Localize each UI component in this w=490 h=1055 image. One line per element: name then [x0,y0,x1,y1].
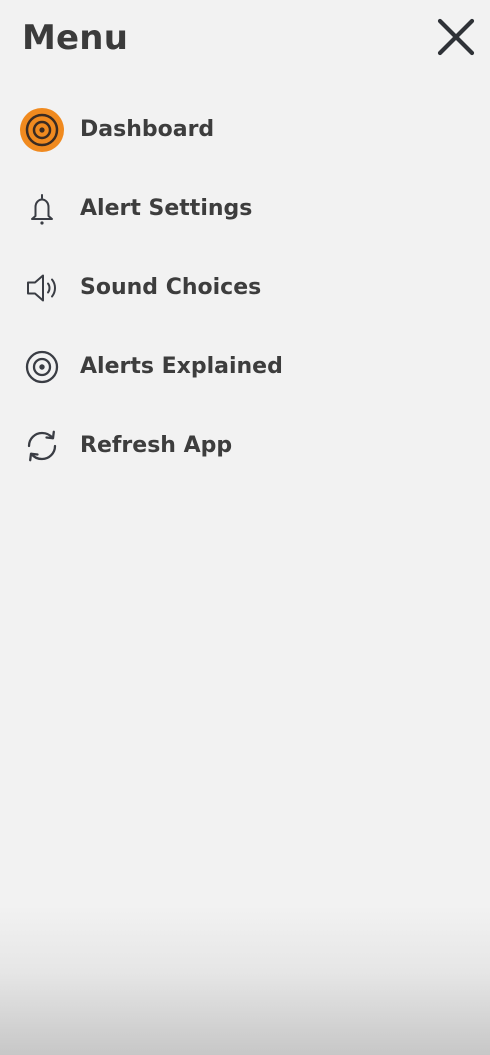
speaker-icon [20,266,64,310]
menu-header: Menu [0,0,490,80]
menu-item-label: Sound Choices [80,274,262,300]
menu-item-label: Refresh App [80,432,233,458]
close-icon [437,18,475,56]
menu-item-alerts-explained[interactable]: Alerts Explained [0,327,490,406]
bottom-fade-overlay [0,905,490,1055]
dashboard-target-icon [20,107,64,152]
menu-title: Menu [22,18,129,58]
navigation-menu: Menu Dashboard Alert Settings Sound Choi… [0,0,490,1055]
bell-icon [20,187,64,231]
close-button[interactable] [432,14,480,60]
menu-item-dashboard[interactable]: Dashboard [0,90,490,169]
menu-item-alert-settings[interactable]: Alert Settings [0,169,490,248]
menu-item-label: Alerts Explained [80,353,283,379]
menu-item-label: Alert Settings [80,195,253,221]
menu-item-label: Dashboard [80,116,215,142]
menu-list: Dashboard Alert Settings Sound Choices A… [0,90,490,485]
refresh-icon [20,424,64,468]
target-icon [20,345,64,389]
menu-item-sound-choices[interactable]: Sound Choices [0,248,490,327]
menu-item-refresh-app[interactable]: Refresh App [0,406,490,485]
